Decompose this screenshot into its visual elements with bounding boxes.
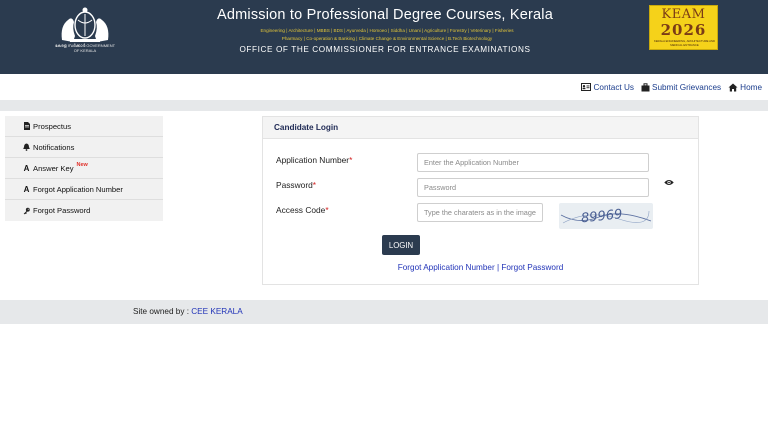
site-title: Admission to Professional Degree Courses… — [216, 7, 553, 23]
candidate-login-panel: Candidate Login Application Number* Ente… — [262, 116, 699, 285]
submit-grievances-link[interactable]: Submit Grievances — [641, 83, 721, 92]
logo-name: KEAM — [661, 7, 706, 22]
course-list-line-2: Pharmacy | Co-operation & Banking | Clim… — [281, 36, 493, 41]
course-list: Engineering | Architecture | MBBS | BDS … — [212, 27, 562, 43]
sidebar-item-answer-key[interactable]: A Answer Key New — [5, 158, 163, 179]
login-button[interactable]: LOGIN — [382, 235, 420, 255]
password-label-text: Password — [276, 180, 313, 190]
forgot-application-number-link[interactable]: Forgot Application Number — [398, 263, 495, 272]
contact-us-link[interactable]: Contact Us — [581, 83, 634, 92]
forgot-password-link[interactable]: Forgot Password — [501, 263, 563, 272]
briefcase-icon — [641, 82, 650, 91]
required-mark: * — [325, 205, 329, 215]
access-code-label-text: Access Code — [276, 205, 326, 215]
course-list-line-1: Engineering | Architecture | MBBS | BDS … — [260, 28, 514, 33]
application-number-input[interactable]: Enter the Application Number — [417, 153, 649, 172]
sidebar-item-forgot-password[interactable]: Forgot Password — [5, 200, 163, 221]
contact-card-icon — [581, 83, 592, 91]
sidebar-menu: Prospectus Notifications A Answer Key Ne… — [5, 116, 163, 221]
eye-icon[interactable] — [664, 179, 674, 186]
office-name: OFFICE OF THE COMMISSIONER FOR ENTRANCE … — [239, 45, 531, 54]
home-icon — [728, 83, 738, 91]
recovery-links: Forgot Application Number | Forgot Passw… — [263, 263, 698, 272]
sidebar-item-forgot-application-number[interactable]: A Forgot Application Number — [5, 179, 163, 200]
required-mark: * — [312, 180, 317, 190]
sidebar-item-label: Forgot Application Number — [33, 184, 123, 194]
letter-a-icon: A — [23, 163, 30, 173]
application-number-label: Application Number* — [276, 155, 352, 165]
sidebar-item-prospectus[interactable]: Prospectus — [5, 116, 163, 137]
access-code-input[interactable]: Type the charaters as in the image — [417, 203, 543, 222]
captcha-image: 89969 — [559, 203, 653, 229]
new-badge: New — [76, 162, 88, 168]
emblem-caption: കേരള സർക്കാർ GOVERNMENT OF KERALA — [54, 43, 116, 53]
sidebar-item-label: Answer Key — [33, 163, 74, 173]
submit-grievances-label: Submit Grievances — [651, 82, 722, 92]
sidebar-item-notifications[interactable]: Notifications — [5, 137, 163, 158]
sidebar-item-label: Forgot Password — [33, 206, 91, 215]
site-header: കേരള സർക്കാർ GOVERNMENT OF KERALA Admiss… — [0, 0, 768, 74]
sidebar-item-label: Notifications — [33, 142, 75, 152]
letter-a-icon: A — [23, 184, 30, 194]
key-icon — [23, 207, 30, 215]
access-code-label: Access Code* — [276, 205, 329, 215]
document-icon — [23, 122, 30, 130]
sidebar-item-label: Prospectus — [33, 121, 71, 131]
cee-kerala-link[interactable]: CEE KERALA — [191, 307, 242, 316]
logo-year: 2026 — [660, 21, 707, 39]
keam-logo: KEAM 2026 KERALA ENGINEERING, ARCHITECTU… — [649, 5, 718, 50]
captcha-text: 89969 — [580, 207, 623, 226]
home-label: Home — [740, 82, 762, 92]
contact-us-label: Contact Us — [593, 82, 634, 92]
home-link[interactable]: Home — [728, 83, 762, 92]
divider-bar — [0, 100, 768, 111]
required-mark: * — [349, 155, 353, 165]
footer-prefix: Site owned by : — [133, 307, 192, 316]
panel-heading: Candidate Login — [263, 117, 698, 139]
logo-subtitle: KERALA ENGINEERING, ARCHITECTURE AND MED… — [653, 39, 716, 47]
password-label: Password* — [276, 180, 316, 190]
site-footer: Site owned by : CEE KERALA — [0, 300, 768, 324]
bell-icon — [23, 143, 30, 151]
footer-text: Site owned by : CEE KERALA — [133, 307, 243, 316]
password-input[interactable]: Password — [417, 178, 649, 197]
application-number-label-text: Application Number — [276, 155, 350, 165]
top-navigation: Contact Us Submit Grievances Home — [574, 81, 762, 93]
